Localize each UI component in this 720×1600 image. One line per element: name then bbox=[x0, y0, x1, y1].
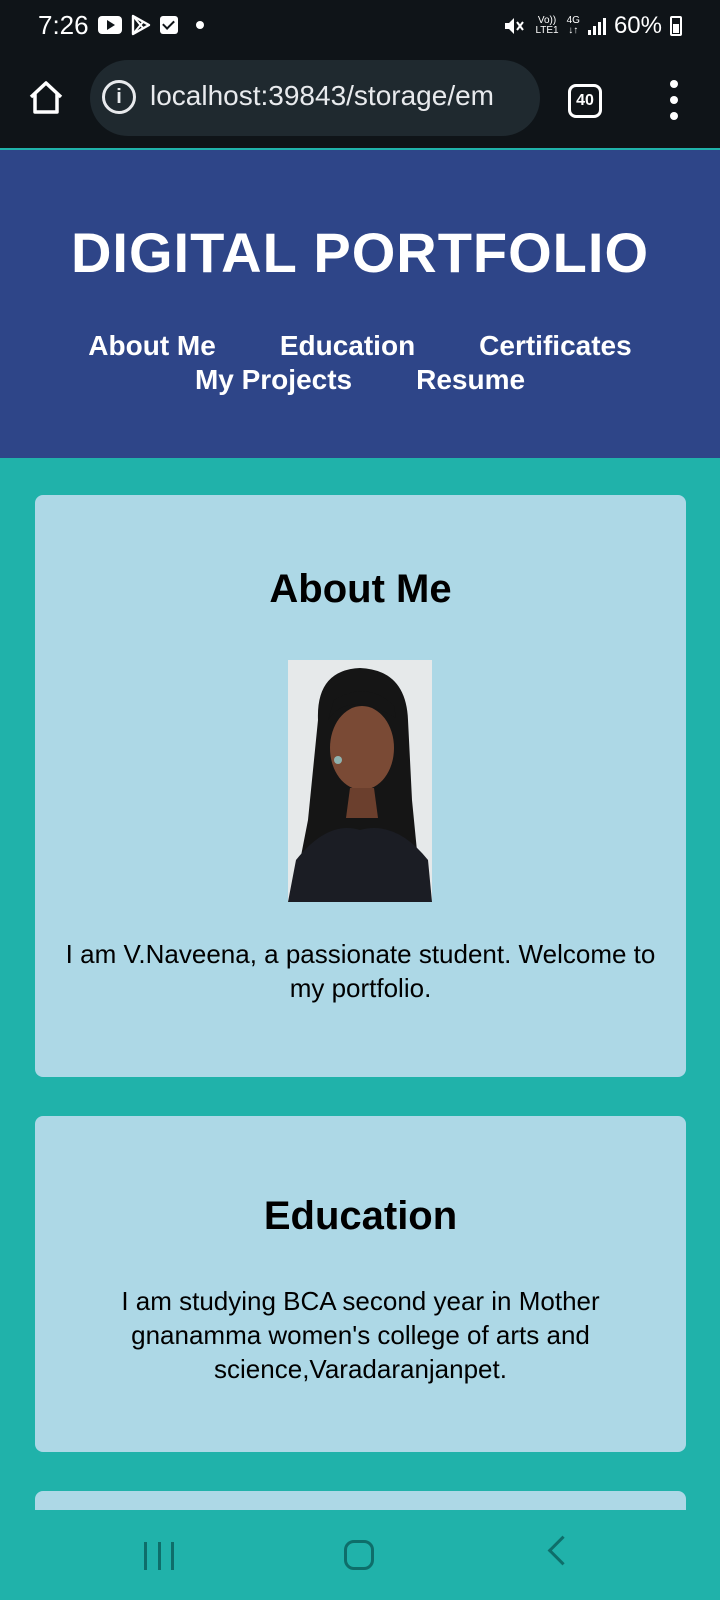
info-icon[interactable]: i bbox=[102, 80, 136, 114]
notification-icons bbox=[98, 14, 204, 36]
status-bar: 7:26 Vo)) LTE1 4G ↓↑ 60% bbox=[0, 0, 720, 52]
about-text: I am V.Naveena, a passionate student. We… bbox=[65, 939, 656, 1003]
about-heading: About Me bbox=[269, 567, 452, 611]
browser-toolbar: i localhost:39843/storage/em 40 bbox=[0, 52, 720, 148]
mute-icon bbox=[505, 18, 525, 34]
home-button-icon[interactable] bbox=[344, 1540, 374, 1570]
tasks-icon bbox=[160, 16, 178, 34]
profile-photo bbox=[288, 660, 432, 902]
network-lte-label: LTE1 bbox=[535, 25, 559, 36]
notification-dot-icon bbox=[196, 21, 204, 29]
signal-icon bbox=[587, 17, 606, 35]
back-icon[interactable] bbox=[547, 1535, 578, 1566]
education-section: Education I am studying BCA second year … bbox=[35, 1116, 686, 1452]
system-navigation-bar bbox=[0, 1510, 720, 1600]
site-title: DIGITAL PORTFOLIO bbox=[70, 221, 649, 284]
nav-certificates[interactable]: Certificates bbox=[479, 330, 632, 362]
battery-percent: 60% bbox=[613, 12, 662, 39]
network-arrows-label: ↓↑ bbox=[568, 25, 579, 36]
tab-switcher-button[interactable]: 40 bbox=[568, 84, 602, 118]
about-section: About Me I am V.Naveena, a passionate st… bbox=[35, 495, 686, 1077]
status-time: 7:26 bbox=[38, 10, 89, 40]
status-right: Vo)) LTE1 4G ↓↑ 60% bbox=[503, 12, 682, 40]
play-store-icon bbox=[131, 14, 151, 36]
battery-icon bbox=[670, 16, 682, 36]
url-text[interactable]: localhost:39843/storage/em bbox=[150, 80, 494, 112]
site-header: DIGITAL PORTFOLIO About Me Education Cer… bbox=[0, 150, 720, 458]
education-heading: Education bbox=[263, 1194, 458, 1238]
nav-my-projects[interactable]: My Projects bbox=[195, 364, 352, 396]
main-nav: About Me Education Certificates My Proje… bbox=[60, 330, 660, 396]
network-type-indicator: 4G ↓↑ bbox=[567, 16, 580, 36]
nav-about-me[interactable]: About Me bbox=[88, 330, 216, 362]
home-icon[interactable] bbox=[26, 78, 66, 118]
more-menu-icon[interactable] bbox=[668, 80, 680, 120]
address-bar[interactable]: i localhost:39843/storage/em bbox=[90, 60, 540, 136]
nav-education[interactable]: Education bbox=[280, 330, 415, 362]
network-indicator: Vo)) LTE1 bbox=[535, 16, 558, 36]
youtube-icon bbox=[98, 16, 122, 34]
nav-resume[interactable]: Resume bbox=[416, 364, 525, 396]
education-text: I am studying BCA second year in Mother … bbox=[121, 1286, 600, 1384]
recent-apps-icon[interactable] bbox=[144, 1542, 174, 1570]
